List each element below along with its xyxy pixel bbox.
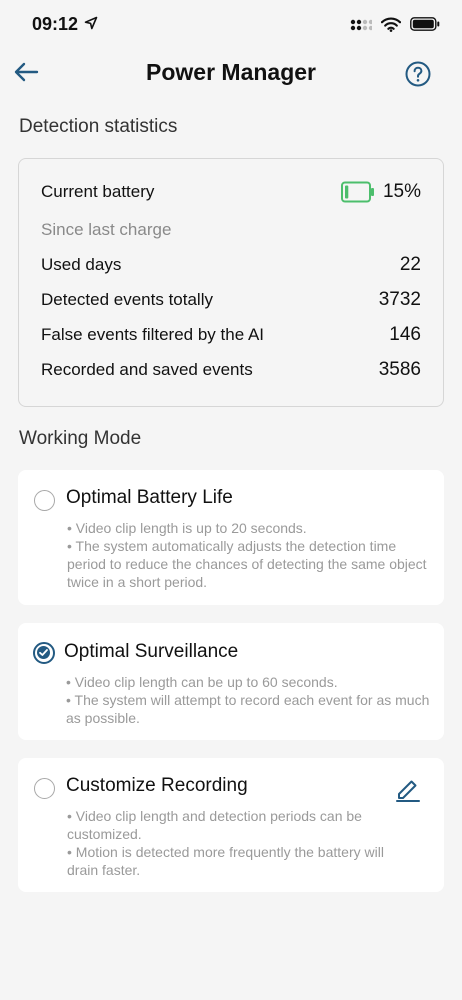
since-last-charge-label: Since last charge bbox=[41, 220, 172, 239]
statistics-card: Current battery 15% Since last charge Us… bbox=[18, 158, 444, 407]
mode-description: • Video clip length can be up to 60 seco… bbox=[66, 673, 430, 727]
stat-row-false-events: False events filtered by the AI 146 bbox=[41, 323, 421, 347]
mode-description-line: • The system will attempt to record each… bbox=[66, 692, 430, 726]
wifi-icon bbox=[381, 17, 401, 32]
mode-title: Optimal Battery Life bbox=[66, 487, 233, 508]
stat-value: 3586 bbox=[378, 359, 421, 380]
stat-row-recorded-events: Recorded and saved events 3586 bbox=[41, 358, 421, 382]
battery-status-icon bbox=[410, 17, 440, 31]
mode-description-line: • Motion is detected more frequently the… bbox=[67, 844, 384, 878]
radio-button-selected[interactable] bbox=[33, 642, 55, 664]
page-title: Power Manager bbox=[146, 59, 316, 85]
check-icon bbox=[39, 649, 48, 656]
stat-label: Detected events totally bbox=[41, 290, 213, 309]
stat-value: 3732 bbox=[378, 289, 421, 310]
stat-label: Used days bbox=[41, 255, 122, 274]
mode-description: • Video clip length is up to 20 seconds.… bbox=[67, 519, 430, 591]
stat-label: False events filtered by the AI bbox=[41, 325, 265, 344]
working-mode-heading: Working Mode bbox=[19, 428, 142, 449]
help-icon[interactable] bbox=[404, 60, 432, 88]
stat-row-detected-events: Detected events totally 3732 bbox=[41, 288, 421, 312]
battery-icon bbox=[340, 181, 374, 203]
mode-card-customize-recording[interactable]: Customize Recording • Video clip length … bbox=[18, 758, 444, 892]
stat-label: Recorded and saved events bbox=[41, 360, 253, 379]
mode-description-line: • Video clip length and detection period… bbox=[67, 808, 362, 842]
stat-value: 22 bbox=[399, 254, 421, 275]
mode-card-optimal-surveillance[interactable]: Optimal Surveillance • Video clip length… bbox=[18, 623, 444, 740]
current-battery-row: Current battery 15% bbox=[41, 180, 421, 204]
mode-description: • Video clip length and detection period… bbox=[67, 807, 384, 879]
detection-statistics-heading: Detection statistics bbox=[19, 116, 178, 137]
mode-description-line: • The system automatically adjusts the d… bbox=[67, 538, 427, 590]
radio-button[interactable] bbox=[34, 490, 55, 511]
stat-value: 146 bbox=[389, 324, 421, 345]
mode-description-line: • Video clip length is up to 20 seconds. bbox=[67, 520, 307, 536]
battery-label: Current battery bbox=[41, 182, 155, 201]
stat-row-used-days: Used days 22 bbox=[41, 253, 421, 277]
radio-button[interactable] bbox=[34, 778, 55, 799]
status-bar: 09:12 bbox=[0, 0, 462, 50]
status-time: 09:12 bbox=[32, 14, 79, 34]
mode-description-line: • Video clip length can be up to 60 seco… bbox=[66, 674, 338, 690]
location-arrow-icon bbox=[84, 16, 98, 30]
mode-title: Customize Recording bbox=[66, 775, 248, 796]
mode-title: Optimal Surveillance bbox=[64, 641, 239, 662]
battery-percentage: 15% bbox=[382, 181, 421, 202]
mode-card-optimal-battery-life[interactable]: Optimal Battery Life • Video clip length… bbox=[18, 470, 444, 605]
signal-icon bbox=[350, 19, 372, 31]
navigation-bar: Power Manager bbox=[0, 50, 462, 96]
edit-pencil-icon[interactable] bbox=[394, 775, 422, 803]
